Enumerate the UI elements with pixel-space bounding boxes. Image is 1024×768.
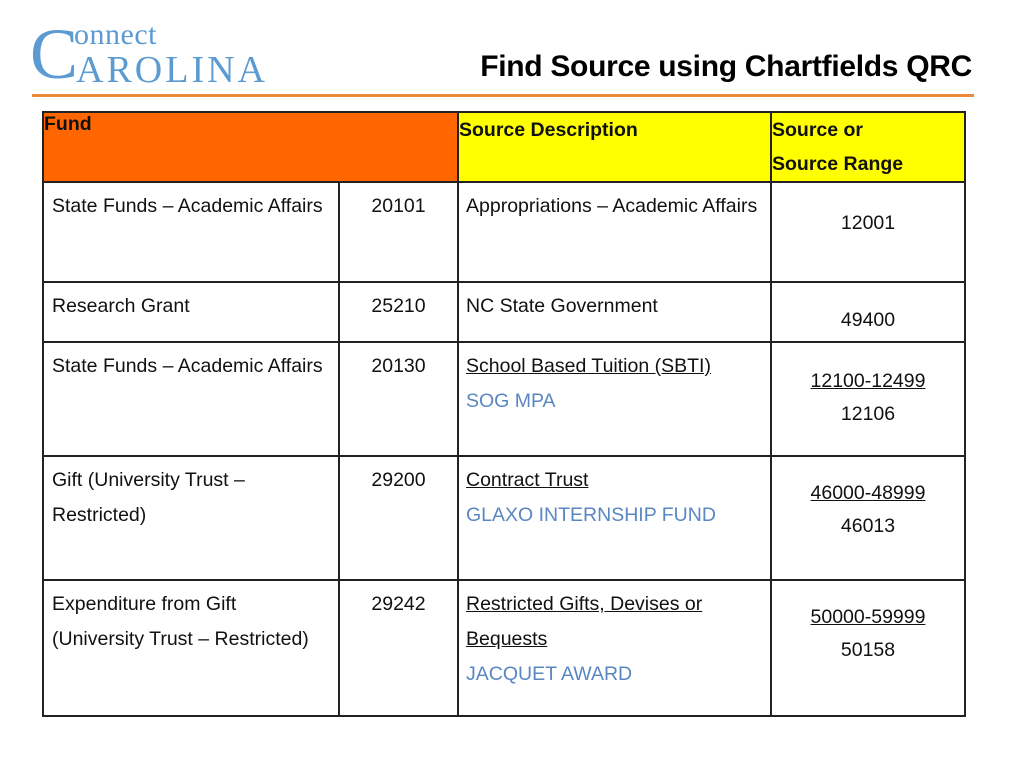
- chartfields-table: Fund Source Description Source or Source…: [42, 111, 966, 717]
- source-range: 12100-12499: [810, 370, 926, 392]
- fund-name: Expenditure from Gift (University Trust …: [42, 579, 340, 717]
- source-value: 46013: [840, 515, 896, 537]
- header-source-description: Source Description: [457, 111, 772, 183]
- source-value: 49400: [770, 281, 966, 343]
- header-source-range: Source or Source Range: [770, 111, 966, 183]
- table-header-row: Fund Source Description Source or Source…: [42, 111, 966, 183]
- source-description: Contract Trust: [466, 469, 589, 491]
- fund-name: State Funds – Academic Affairs: [42, 341, 340, 457]
- table-row: State Funds – Academic Affairs 20130 Sch…: [42, 341, 966, 457]
- source-description: Appropriations – Academic Affairs: [457, 181, 772, 283]
- logo-line2: AROLINA: [76, 49, 268, 91]
- table-row: Gift (University Trust – Restricted) 292…: [42, 455, 966, 581]
- table-row: Expenditure from Gift (University Trust …: [42, 579, 966, 717]
- header-fund: Fund: [42, 111, 459, 183]
- logo-initial: C: [30, 14, 79, 94]
- source-example: SOG MPA: [466, 390, 556, 412]
- connect-carolina-logo: C onnect AROLINA: [30, 14, 310, 94]
- source-description: School Based Tuition (SBTI): [466, 355, 711, 377]
- page-title: Find Source using Chartfields QRC: [480, 50, 972, 83]
- source-value: 12106: [840, 403, 896, 425]
- source-cell: 12100-12499 12106: [770, 341, 966, 457]
- source-description-cell: Contract Trust GLAXO INTERNSHIP FUND: [457, 455, 772, 581]
- source-description-cell: School Based Tuition (SBTI) SOG MPA: [457, 341, 772, 457]
- source-value: 50158: [840, 639, 896, 661]
- source-range: 50000-59999: [810, 606, 926, 628]
- fund-name: Gift (University Trust – Restricted): [42, 455, 340, 581]
- source-description: NC State Government: [457, 281, 772, 343]
- logo-line1: onnect: [74, 18, 157, 51]
- source-range: 46000-48999: [810, 482, 926, 504]
- source-value: 12001: [770, 181, 966, 283]
- fund-code: 20101: [338, 181, 459, 283]
- fund-code: 29242: [338, 579, 459, 717]
- fund-name: State Funds – Academic Affairs: [42, 181, 340, 283]
- fund-code: 25210: [338, 281, 459, 343]
- source-example: GLAXO INTERNSHIP FUND: [466, 504, 716, 526]
- source-cell: 50000-59999 50158: [770, 579, 966, 717]
- fund-code: 20130: [338, 341, 459, 457]
- source-description: Restricted Gifts, Devises or Bequests: [466, 593, 703, 650]
- source-cell: 46000-48999 46013: [770, 455, 966, 581]
- header-source-range-line2: Source Range: [772, 153, 904, 175]
- fund-code: 29200: [338, 455, 459, 581]
- fund-name: Research Grant: [42, 281, 340, 343]
- table-row: Research Grant 25210 NC State Government…: [42, 281, 966, 343]
- source-example: JACQUET AWARD: [466, 663, 633, 685]
- table-row: State Funds – Academic Affairs 20101 App…: [42, 181, 966, 283]
- header-source-range-line1: Source or: [772, 119, 864, 141]
- header-divider: [32, 94, 974, 97]
- source-description-cell: Restricted Gifts, Devises or Bequests JA…: [457, 579, 772, 717]
